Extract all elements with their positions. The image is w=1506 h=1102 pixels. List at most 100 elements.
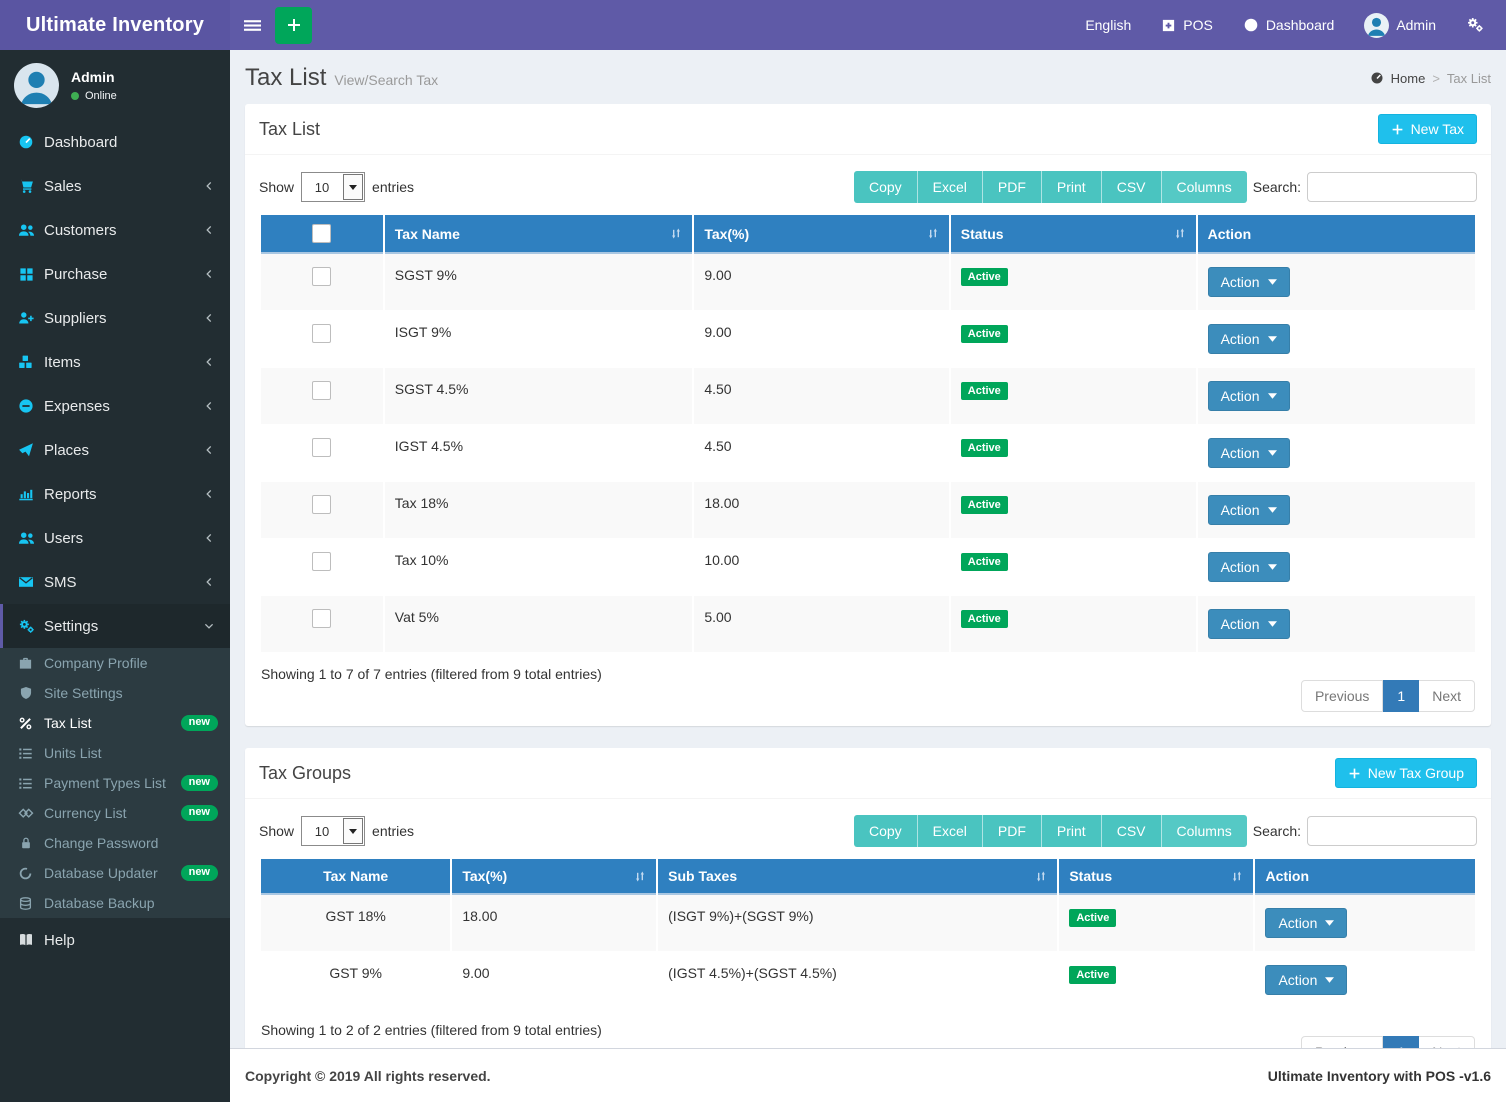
row-action-button[interactable]: Action <box>1208 267 1290 297</box>
sidebar-item-help[interactable]: Help <box>0 918 230 962</box>
columns-button[interactable]: Columns <box>1161 815 1247 847</box>
panel-title: Tax List <box>259 119 320 140</box>
nav-settings[interactable] <box>1466 0 1484 50</box>
row-checkbox[interactable] <box>312 438 331 457</box>
sidebar-item-sales[interactable]: Sales <box>0 164 230 208</box>
sidebar-item-expenses[interactable]: Expenses <box>0 384 230 428</box>
previous-page-button[interactable]: Previous <box>1301 680 1383 712</box>
table-row: GST 18% 18.00 (ISGT 9%)+(SGST 9%) Active… <box>261 895 1475 952</box>
nav-pos[interactable]: POS <box>1161 0 1213 50</box>
sidebar-item-company-profile[interactable]: Company Profile <box>0 648 230 678</box>
sidebar-item-purchase[interactable]: Purchase <box>0 252 230 296</box>
row-action-button[interactable]: Action <box>1265 908 1347 938</box>
sidebar-item-items[interactable]: Items <box>0 340 230 384</box>
quick-add-button[interactable] <box>275 7 312 44</box>
sidebar-item-currency-list[interactable]: Currency Listnew <box>0 798 230 828</box>
breadcrumb: Home > Tax List <box>1370 71 1491 86</box>
sidebar-item-change-password[interactable]: Change Password <box>0 828 230 858</box>
app-logo[interactable]: Ultimate Inventory <box>0 0 230 50</box>
row-checkbox[interactable] <box>312 609 331 628</box>
nav-language[interactable]: English <box>1085 0 1131 50</box>
sidebar-item-customers[interactable]: Customers <box>0 208 230 252</box>
column-header-sub-taxes[interactable]: Sub Taxes <box>658 859 1057 895</box>
sidebar-item-users[interactable]: Users <box>0 516 230 560</box>
row-action-button[interactable]: Action <box>1208 552 1290 582</box>
breadcrumb-separator: > <box>1432 71 1440 86</box>
previous-page-button[interactable]: Previous <box>1301 1036 1383 1048</box>
csv-button[interactable]: CSV <box>1101 171 1161 203</box>
tax-groups-table: Tax Name Tax(%) Sub Taxes Status Action … <box>259 859 1477 1009</box>
tax-name-cell: SGST 4.5% <box>385 368 693 425</box>
table-row: Tax 10% 10.00 Active Action <box>261 539 1475 596</box>
row-action-button[interactable]: Action <box>1208 495 1290 525</box>
sidebar-item-settings[interactable]: Settings <box>0 604 230 648</box>
row-action-button[interactable]: Action <box>1208 324 1290 354</box>
cart-icon <box>17 178 35 194</box>
page-length-select[interactable]: 10 <box>301 816 365 846</box>
sidebar-item-database-updater[interactable]: Database Updaternew <box>0 858 230 888</box>
breadcrumb-home[interactable]: Home <box>1391 71 1426 86</box>
select-all-checkbox[interactable] <box>312 224 331 243</box>
column-header-tax-percent[interactable]: Tax(%) <box>694 215 948 254</box>
new-tax-button[interactable]: New Tax <box>1378 114 1477 144</box>
plus-icon <box>1348 767 1361 780</box>
row-action-button[interactable]: Action <box>1208 438 1290 468</box>
tax-groups-panel: Tax Groups New Tax Group Show 10 entries <box>245 748 1491 1048</box>
search-input[interactable] <box>1307 816 1477 846</box>
row-action-button[interactable]: Action <box>1265 965 1347 995</box>
columns-button[interactable]: Columns <box>1161 171 1247 203</box>
print-button[interactable]: Print <box>1041 171 1101 203</box>
table-summary: Showing 1 to 7 of 7 entries (filtered fr… <box>261 666 602 682</box>
page-number-button[interactable]: 1 <box>1383 1036 1419 1048</box>
row-action-button[interactable]: Action <box>1208 609 1290 639</box>
row-checkbox[interactable] <box>312 495 331 514</box>
print-button[interactable]: Print <box>1041 815 1101 847</box>
caret-down-icon <box>1268 507 1277 513</box>
user-plus-icon <box>17 310 35 326</box>
sort-icon <box>1231 870 1243 883</box>
new-tax-group-button[interactable]: New Tax Group <box>1335 758 1477 788</box>
copy-button[interactable]: Copy <box>854 171 917 203</box>
envelope-icon <box>17 574 35 590</box>
pdf-button[interactable]: PDF <box>982 815 1041 847</box>
sidebar-item-payment-types-list[interactable]: Payment Types Listnew <box>0 768 230 798</box>
sidebar-item-dashboard[interactable]: Dashboard <box>0 120 230 164</box>
row-checkbox[interactable] <box>312 324 331 343</box>
column-header-tax-name[interactable]: Tax Name <box>385 215 693 254</box>
pdf-button[interactable]: PDF <box>982 171 1041 203</box>
row-checkbox[interactable] <box>312 267 331 286</box>
bar-chart-icon <box>17 486 35 502</box>
nav-user-menu[interactable]: Admin <box>1364 0 1436 50</box>
excel-button[interactable]: Excel <box>917 815 982 847</box>
sidebar-item-places[interactable]: Places <box>0 428 230 472</box>
next-page-button[interactable]: Next <box>1419 680 1475 712</box>
sidebar-item-site-settings[interactable]: Site Settings <box>0 678 230 708</box>
copy-button[interactable]: Copy <box>854 815 917 847</box>
tax-name-cell: Tax 10% <box>385 539 693 596</box>
column-header-status[interactable]: Status <box>951 215 1196 254</box>
column-header-status[interactable]: Status <box>1059 859 1253 895</box>
page-length-select[interactable]: 10 <box>301 172 365 202</box>
sidebar-item-sms[interactable]: SMS <box>0 560 230 604</box>
next-page-button[interactable]: Next <box>1419 1036 1475 1048</box>
sidebar-item-tax-list[interactable]: Tax Listnew <box>0 708 230 738</box>
page-number-button[interactable]: 1 <box>1383 680 1419 712</box>
column-header-tax-name[interactable]: Tax Name <box>261 859 450 895</box>
table-summary: Showing 1 to 2 of 2 entries (filtered fr… <box>261 1022 602 1038</box>
entries-label: entries <box>372 823 414 839</box>
row-checkbox[interactable] <box>312 552 331 571</box>
nav-dashboard[interactable]: Dashboard <box>1243 0 1335 50</box>
entries-label: entries <box>372 179 414 195</box>
column-header-tax-percent[interactable]: Tax(%) <box>452 859 656 895</box>
sidebar-item-database-backup[interactable]: Database Backup <box>0 888 230 918</box>
top-navbar: Ultimate Inventory English POS Dashboard… <box>0 0 1506 50</box>
excel-button[interactable]: Excel <box>917 171 982 203</box>
sidebar-item-reports[interactable]: Reports <box>0 472 230 516</box>
sidebar-toggle-button[interactable] <box>230 0 275 50</box>
row-checkbox[interactable] <box>312 381 331 400</box>
csv-button[interactable]: CSV <box>1101 815 1161 847</box>
search-input[interactable] <box>1307 172 1477 202</box>
sidebar-item-suppliers[interactable]: Suppliers <box>0 296 230 340</box>
sidebar-item-units-list[interactable]: Units List <box>0 738 230 768</box>
row-action-button[interactable]: Action <box>1208 381 1290 411</box>
